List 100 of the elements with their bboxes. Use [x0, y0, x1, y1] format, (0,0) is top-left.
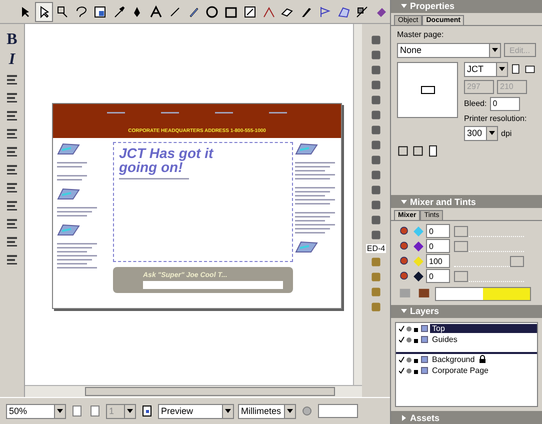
- page-size-dropdown[interactable]: JCT: [464, 62, 508, 77]
- zoom-dropdown[interactable]: 50%: [6, 404, 66, 418]
- headline-text: JCT Has got it going on!: [119, 146, 214, 174]
- shoe-logo-drawing: [295, 240, 319, 254]
- flag-icon[interactable]: [318, 4, 332, 18]
- layer-name[interactable]: Background: [430, 354, 477, 364]
- collapse-caret-icon[interactable]: [401, 414, 407, 421]
- transform-icon[interactable]: [242, 4, 257, 18]
- collapse-caret-icon[interactable]: [401, 3, 407, 10]
- nav-label-drawing: [269, 111, 287, 115]
- dropdown-arrow-button[interactable]: [124, 404, 135, 418]
- color-mode-icon[interactable]: [397, 226, 411, 237]
- lasso-icon[interactable]: [74, 4, 88, 18]
- panel-title: Assets: [410, 412, 440, 423]
- align-left-icon[interactable]: [5, 72, 19, 86]
- master-page-dropdown[interactable]: None: [397, 42, 501, 58]
- rectangle-icon[interactable]: [224, 4, 238, 18]
- panel-title: Properties: [410, 1, 455, 12]
- text-style-button[interactable]: B: [3, 32, 21, 48]
- nav-label-drawing: [161, 111, 179, 115]
- layer-name[interactable]: Top: [430, 324, 537, 333]
- dropdown-arrow-button[interactable]: [488, 44, 500, 57]
- ellipse-icon[interactable]: [205, 4, 220, 18]
- caret-down-icon: [127, 409, 133, 413]
- caret-down-icon: [492, 48, 498, 52]
- text-lines-drawing: [57, 174, 87, 182]
- assets-panel-header[interactable]: Assets: [391, 411, 542, 424]
- current-color-swatch: [483, 288, 530, 300]
- dropdown-arrow-button[interactable]: [496, 62, 507, 76]
- channel-value-field[interactable]: 0: [426, 239, 450, 254]
- slider-thumb[interactable]: [454, 270, 468, 282]
- layers-panel-header[interactable]: Layers: [391, 304, 542, 318]
- panel-title: Mixer and Tints: [410, 196, 476, 207]
- channel-value-field[interactable]: 0: [426, 224, 450, 238]
- text-lines-drawing: [57, 242, 97, 270]
- portrait-icon[interactable]: [511, 63, 521, 76]
- text-tool-icon[interactable]: [149, 4, 164, 18]
- slider-thumb[interactable]: [454, 240, 468, 252]
- text-lines-drawing: [295, 186, 335, 206]
- landscape-icon[interactable]: [524, 64, 536, 74]
- caret-down-icon: [489, 131, 495, 136]
- text-lines-drawing: [295, 161, 335, 181]
- text-lines-drawing: [295, 211, 335, 235]
- layer-color-swatch: [421, 356, 428, 363]
- text-style-button[interactable]: I: [3, 52, 21, 68]
- channel-value-field[interactable]: 0: [426, 269, 450, 284]
- channel-slider-track[interactable]: [454, 270, 524, 282]
- master-page-label: Master page:: [397, 30, 445, 39]
- dropdown-arrow-button[interactable]: [222, 404, 233, 418]
- resolution-unit: dpi: [501, 128, 512, 138]
- printer-resolution-label: Printer resolution:: [464, 114, 528, 123]
- horizontal-scrollbar[interactable]: [25, 385, 362, 397]
- caret-down-icon: [499, 67, 505, 72]
- collapse-caret-icon[interactable]: [401, 198, 407, 205]
- scroll-thumb[interactable]: [85, 387, 335, 396]
- shoe-logo-drawing: [57, 142, 81, 156]
- layer-color-swatch: [421, 336, 428, 343]
- slider-thumb[interactable]: [510, 256, 524, 267]
- vertical-scrollbar[interactable]: [353, 24, 362, 385]
- layer-name[interactable]: Guides: [430, 334, 460, 344]
- collapse-caret-icon[interactable]: [401, 308, 407, 314]
- tool-button[interactable]: [34, 2, 52, 22]
- mixer-panel-header[interactable]: Mixer and Tints: [391, 195, 542, 208]
- shoe-logo-drawing: [57, 187, 81, 201]
- layer-color-swatch: [421, 324, 428, 332]
- shoe-logo-drawing: [295, 142, 319, 156]
- bleed-label: Bleed:: [464, 99, 487, 108]
- visibility-check-icon[interactable]: [399, 366, 419, 374]
- slider-thumb[interactable]: [454, 226, 468, 237]
- shoe-logo-drawing: [57, 223, 81, 237]
- caret-down-icon: [225, 409, 231, 413]
- original-color-swatch: [436, 288, 483, 300]
- color-mode-icon[interactable]: [397, 240, 411, 252]
- dropdown-arrow-button[interactable]: [486, 126, 497, 140]
- units-dropdown[interactable]: Millimetes: [238, 404, 296, 418]
- page-thumbnail: [420, 86, 434, 94]
- bleed-field[interactable]: 0: [490, 96, 520, 111]
- properties-panel-header[interactable]: Properties: [391, 0, 542, 13]
- dropdown-arrow-button[interactable]: [54, 404, 65, 418]
- nav-label-drawing: [107, 111, 125, 115]
- color-mode-icon[interactable]: [397, 270, 411, 282]
- dropdown-arrow-button[interactable]: [284, 404, 295, 418]
- channel-slider-track[interactable]: [454, 240, 524, 252]
- visibility-check-icon[interactable]: [399, 336, 419, 343]
- layer-color-swatch: [421, 366, 428, 374]
- channel-value-field[interactable]: 100: [426, 254, 450, 268]
- text-lines-drawing: [57, 161, 87, 169]
- text-lines-drawing: [57, 206, 97, 218]
- status-field: [318, 404, 358, 418]
- caret-down-icon: [287, 409, 293, 413]
- layer-name[interactable]: Corporate Page: [430, 366, 490, 375]
- view-mode-dropdown[interactable]: Preview: [158, 404, 234, 418]
- resolution-dropdown[interactable]: 300: [464, 126, 498, 141]
- panel-title: Layers: [410, 306, 440, 316]
- side-tab-label[interactable]: ED-4: [366, 244, 386, 253]
- channel-slider-track[interactable]: [454, 226, 524, 237]
- visibility-check-icon[interactable]: [399, 324, 419, 332]
- visibility-check-icon[interactable]: [399, 356, 419, 363]
- channel-slider-track[interactable]: [454, 256, 524, 267]
- color-mode-icon[interactable]: [397, 256, 411, 267]
